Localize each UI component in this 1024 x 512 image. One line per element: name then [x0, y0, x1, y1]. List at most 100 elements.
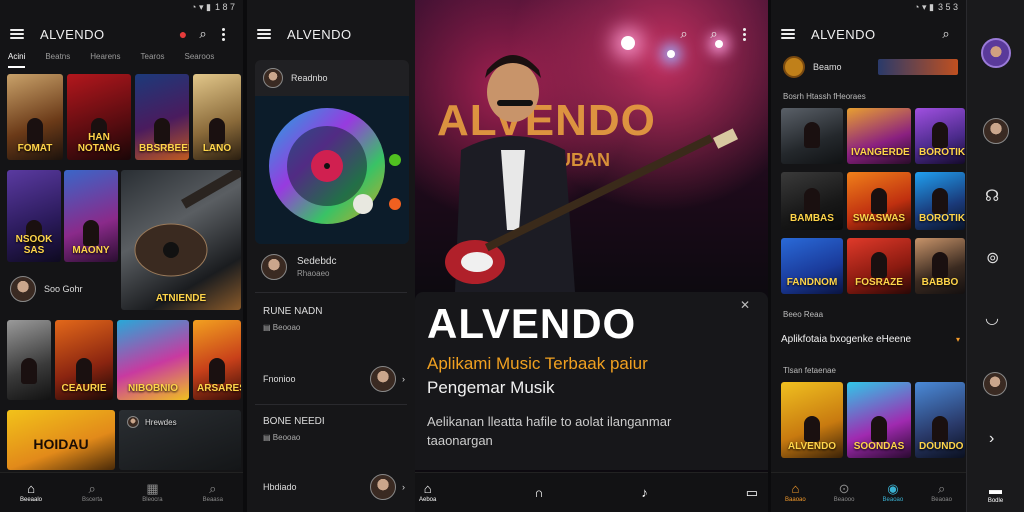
nav-explore[interactable]: ⌕ Beaasa	[203, 482, 223, 503]
avatar	[10, 276, 36, 302]
search-icon[interactable]: ⌕	[936, 24, 956, 44]
bookmark-icon: ▬	[989, 482, 1002, 497]
now-playing-card[interactable]: Readnbo	[255, 60, 409, 244]
close-icon[interactable]: ✕	[740, 298, 750, 312]
album-card[interactable]: IVANGERDE	[847, 108, 911, 164]
avatar	[127, 416, 139, 428]
promo-row[interactable]: Aplikfotaia bxogenke eHeene ▾	[781, 334, 960, 345]
album-card[interactable]: CEAURIE	[55, 320, 113, 400]
playlist-screen: ALVENDO Readnbo Sedebdc Rhaoaeo RUNE NAD…	[247, 0, 415, 512]
nav-label: Beaasa	[202, 497, 223, 503]
item-sub-row: ▤ Beooao	[263, 433, 300, 442]
profile-name: Soo Gohr	[44, 284, 83, 294]
badge-icon	[783, 56, 805, 78]
more-icon[interactable]	[213, 24, 233, 44]
album-card[interactable]: HAN NOTANG	[67, 74, 131, 160]
nav-home[interactable]: ⌂ Baaoao	[785, 482, 806, 503]
album-card[interactable]: BOROTIKE	[915, 108, 965, 164]
album-card[interactable]: ALVENDO	[781, 382, 843, 458]
album-card[interactable]: FOSRAZE	[847, 238, 911, 294]
notification-icon[interactable]: ●	[173, 24, 193, 44]
intro-tagline-2: Pengemar Musik	[427, 378, 555, 397]
list-item[interactable]: BONE NEEDI ▤ Beooao	[263, 416, 405, 442]
nav-live[interactable]: ♪	[641, 486, 648, 499]
avatar[interactable]	[983, 372, 1007, 396]
album-card[interactable]: DOUNDO	[915, 382, 965, 458]
avatar	[261, 254, 287, 280]
album-card[interactable]: FANDNOM	[781, 238, 843, 294]
list-item[interactable]: Fnonioo ›	[263, 366, 405, 392]
status-time: 3 5 3	[937, 2, 958, 12]
profile-row[interactable]: Soo Gohr	[10, 276, 113, 302]
nav-home[interactable]: ⌂ Aeboa	[419, 482, 436, 503]
status-time: 1 8 7	[214, 2, 235, 12]
menu-icon[interactable]	[10, 29, 24, 39]
artist-name: Sedebdc	[297, 256, 337, 267]
artist-row[interactable]: Sedebdc Rhaoaeo	[261, 254, 405, 280]
album-title: MAONY	[72, 245, 110, 256]
tab-hearens[interactable]: Hearens	[90, 52, 120, 68]
search-icon[interactable]: ⌕	[704, 24, 724, 44]
avatar[interactable]	[983, 118, 1009, 144]
nav-library[interactable]: ▦ Bleocra	[142, 482, 162, 503]
nav-radio[interactable]: ◉ Beaoao	[883, 482, 904, 503]
album-title: BAMBAS	[790, 213, 834, 224]
list-item[interactable]: Hbdiado ›	[263, 474, 405, 500]
tab-acini[interactable]: Acini	[8, 52, 26, 68]
album-card[interactable]: BOROTIKE	[915, 172, 965, 230]
album-card[interactable]: BBSRBEEN	[135, 74, 189, 160]
album-card[interactable]: NIBOBNIO	[117, 320, 189, 400]
list-item[interactable]: RUNE NADN ▤ Beooao	[263, 306, 405, 332]
album-card[interactable]: Hrewdes	[119, 410, 241, 470]
menu-icon[interactable]	[781, 29, 795, 39]
album-title: DOUNDO	[919, 441, 964, 452]
nav-home[interactable]: ⌂ Beeaalo	[20, 482, 42, 503]
nav-listen[interactable]: ∩	[534, 486, 543, 499]
headset-icon[interactable]: ☊	[985, 186, 999, 206]
guitar-illustration	[134, 170, 241, 277]
search-icon[interactable]: ⌕	[674, 24, 694, 44]
section-heading: Beeo Reaa	[783, 310, 824, 319]
album-card[interactable]: FOMAT	[7, 74, 63, 160]
location-icon[interactable]: ⊚	[986, 248, 999, 268]
nav-search[interactable]: ⌕ Beaoao	[931, 482, 952, 503]
album-card[interactable]: HOIDAU	[7, 410, 115, 470]
album-card[interactable]: MAONY	[64, 170, 118, 262]
nav-inbox[interactable]: ▭	[746, 486, 758, 499]
search-icon[interactable]: ⌕	[193, 24, 213, 44]
menu-icon[interactable]	[257, 29, 271, 39]
album-card[interactable]: LANO	[193, 74, 241, 160]
album-card[interactable]: SOONDAS	[847, 382, 911, 458]
tab-searoos[interactable]: Searoos	[185, 52, 215, 68]
radio-icon: ◉	[887, 481, 899, 496]
tab-tearos[interactable]: Tearos	[141, 52, 165, 68]
album-card[interactable]: NSOOK SAS	[7, 170, 61, 262]
nav-label: Beaoao	[882, 497, 904, 503]
nav-search[interactable]: ⌕ Bscerta	[82, 482, 102, 503]
chevron-right-icon[interactable]: ›	[989, 430, 994, 448]
bottom-nav: ⌂ Beeaalo ⌕ Bscerta ▦ Bleocra ⌕ Beaasa	[0, 472, 243, 512]
user-avatar[interactable]	[981, 38, 1011, 68]
album-card[interactable]	[781, 108, 843, 164]
featured-guitar-card[interactable]: ATNIENDE	[121, 170, 241, 310]
browse-screen-right: ◔ ▾ ▮ 3 5 3 ALVENDO ⌕ Beamo Bosrh Htassh …	[771, 0, 966, 512]
album-card[interactable]	[7, 320, 51, 400]
more-icon[interactable]	[734, 24, 754, 44]
rail-bottom-item[interactable]: ▬ Bodle	[967, 483, 1024, 504]
album-card[interactable]: ARSARES	[193, 320, 241, 400]
library-icon: ▦	[146, 481, 159, 496]
album-card[interactable]: BAMBAS	[781, 172, 843, 230]
nav-downloads[interactable]: ⊙ Beaooo	[834, 482, 855, 503]
album-title: BOROTIKE	[919, 147, 965, 158]
divider	[255, 404, 407, 405]
album-card[interactable]: SWASWAS	[847, 172, 911, 230]
avatar	[370, 366, 396, 392]
inbox-icon: ▭	[745, 485, 758, 500]
top-item[interactable]: Beamo	[783, 56, 958, 78]
tab-beatns[interactable]: Beatns	[45, 52, 70, 68]
nav-label: Aeboa	[419, 497, 437, 503]
album-card[interactable]: BABBO	[915, 238, 965, 294]
basket-icon[interactable]: ◡	[985, 308, 999, 328]
app-title: ALVENDO	[811, 26, 876, 42]
album-thumb	[878, 59, 958, 75]
